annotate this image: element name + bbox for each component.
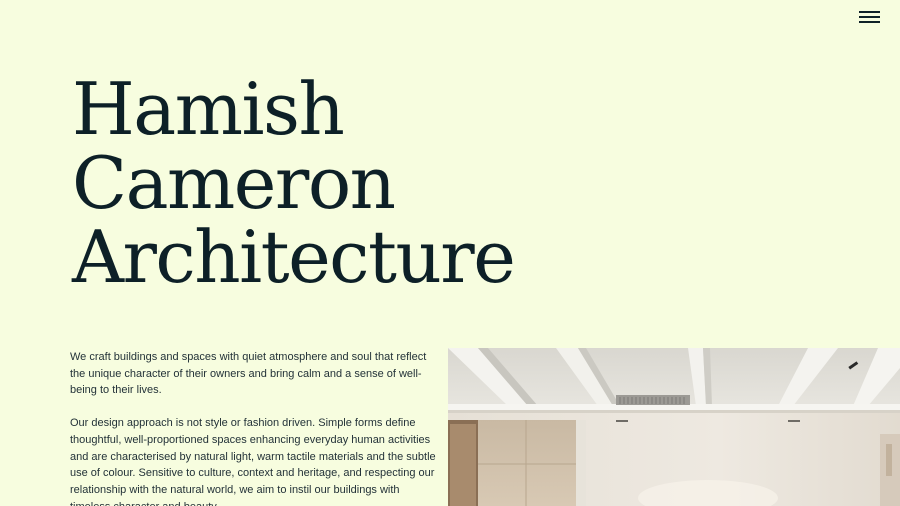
menu-bar [859,21,880,23]
intro-paragraph: We craft buildings and spaces with quiet… [70,351,427,397]
intro-text: We craft buildings and spaces with quiet… [70,349,438,506]
interior-photo [448,348,900,506]
title-line-2: Cameron [72,141,396,225]
title-line-1: Hamish [72,67,345,151]
page-title: Hamish Cameron Architecture [72,67,516,299]
menu-bar [859,11,880,13]
intro-paragraph: Our design approach is not style or fash… [70,417,436,506]
hamburger-menu-icon[interactable] [858,9,882,25]
menu-bar [859,16,880,18]
title-line-3: Architecture [72,215,516,299]
